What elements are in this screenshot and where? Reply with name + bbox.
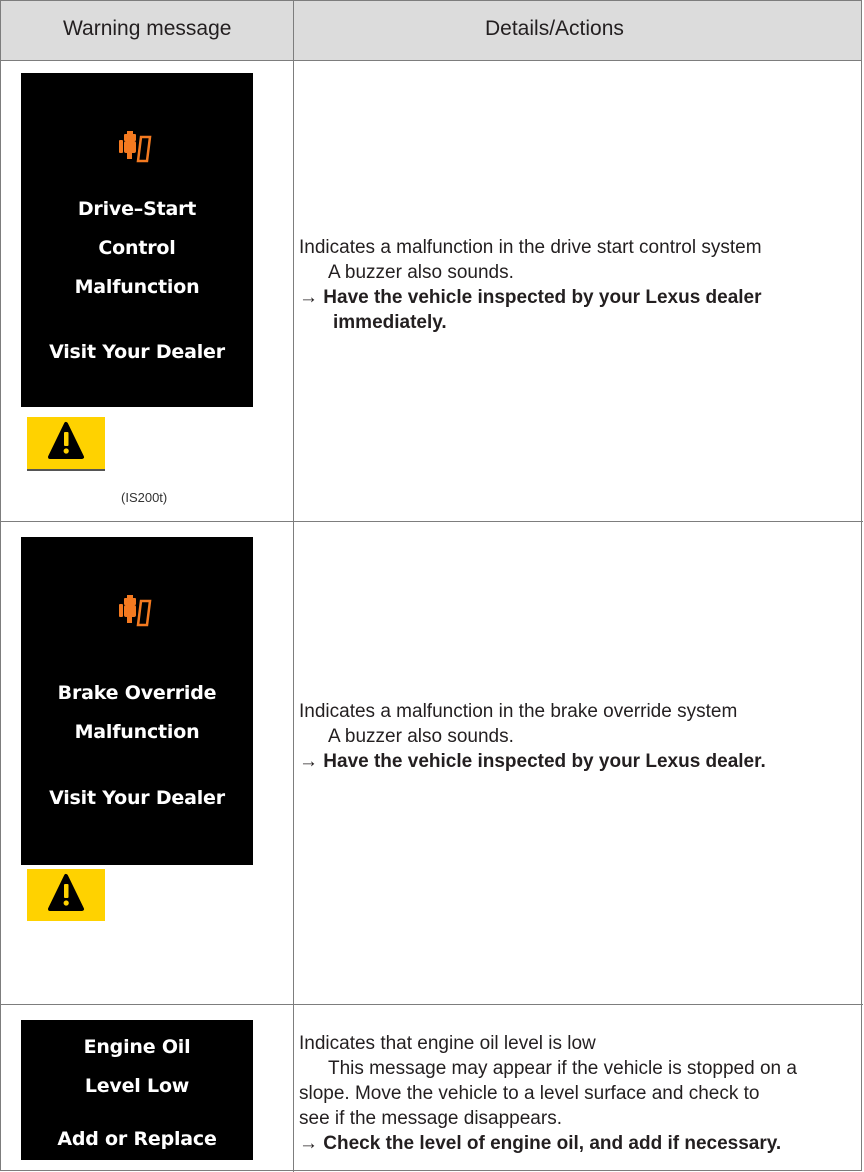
note-text: A buzzer also sounds.: [328, 262, 514, 283]
row-divider: [1, 521, 863, 522]
column-divider: [293, 1, 294, 1172]
engine-start-malfunction-icon: [119, 131, 152, 163]
note-text: see if the message disappears.: [299, 1108, 562, 1129]
note-text: This message may appear if the vehicle i…: [328, 1058, 797, 1079]
warning-light-box: [27, 869, 105, 921]
note-text: A buzzer also sounds.: [328, 726, 514, 747]
table-header: Warning message Details/Actions: [1, 1, 861, 61]
indication-text: Indicates a malfunction in the drive sta…: [299, 237, 762, 258]
arrow-icon: →: [299, 287, 318, 308]
display-screen-brake-override: Brake Override Malfunction Visit Your De…: [21, 537, 253, 865]
screen-line: Add or Replace: [57, 1128, 217, 1150]
warning-triangle-icon: [48, 874, 84, 911]
row-divider: [1, 1004, 863, 1005]
header-details-actions: Details/Actions: [485, 17, 624, 40]
screen-line: Visit Your Dealer: [49, 787, 225, 809]
divider: [27, 469, 105, 471]
details-row-1: Indicates a malfunction in the drive sta…: [299, 235, 762, 335]
screen-line: Malfunction: [74, 276, 200, 298]
details-row-2: Indicates a malfunction in the brake ove…: [299, 699, 766, 774]
screen-line: Drive–Start: [77, 198, 197, 220]
indication-text: Indicates that engine oil level is low: [299, 1033, 596, 1054]
arrow-icon: →: [299, 751, 318, 772]
note-text: slope. Move the vehicle to a level surfa…: [299, 1083, 760, 1104]
screen-line: Brake Override: [57, 682, 217, 704]
screen-line: Engine Oil: [83, 1036, 191, 1058]
engine-start-malfunction-icon: [119, 595, 152, 627]
screen-line: Level Low: [84, 1075, 190, 1097]
screen-line: Visit Your Dealer: [49, 341, 225, 363]
screen-line: Malfunction: [74, 721, 200, 743]
indication-text: Indicates a malfunction in the brake ove…: [299, 701, 738, 722]
header-warning-message: Warning message: [63, 17, 232, 40]
model-note: (IS200t): [121, 490, 168, 505]
screen-line: Control: [98, 237, 176, 259]
display-screen-engine-oil: Engine Oil Level Low Add or Replace: [21, 1020, 253, 1160]
action-text: Have the vehicle inspected by your Lexus…: [323, 751, 766, 772]
action-text-continued: immediately.: [333, 312, 447, 333]
action-text: Check the level of engine oil, and add i…: [323, 1133, 782, 1154]
display-screen-drive-start: Drive–Start Control Malfunction Visit Yo…: [21, 73, 253, 407]
details-row-3: Indicates that engine oil level is low T…: [299, 1031, 797, 1156]
warning-table: Warning message Details/Actions Drive–St…: [0, 0, 863, 1172]
warning-light-box: [27, 417, 105, 469]
action-text: Have the vehicle inspected by your Lexus…: [323, 287, 762, 308]
arrow-icon: →: [299, 1133, 318, 1154]
warning-triangle-icon: [48, 422, 84, 459]
